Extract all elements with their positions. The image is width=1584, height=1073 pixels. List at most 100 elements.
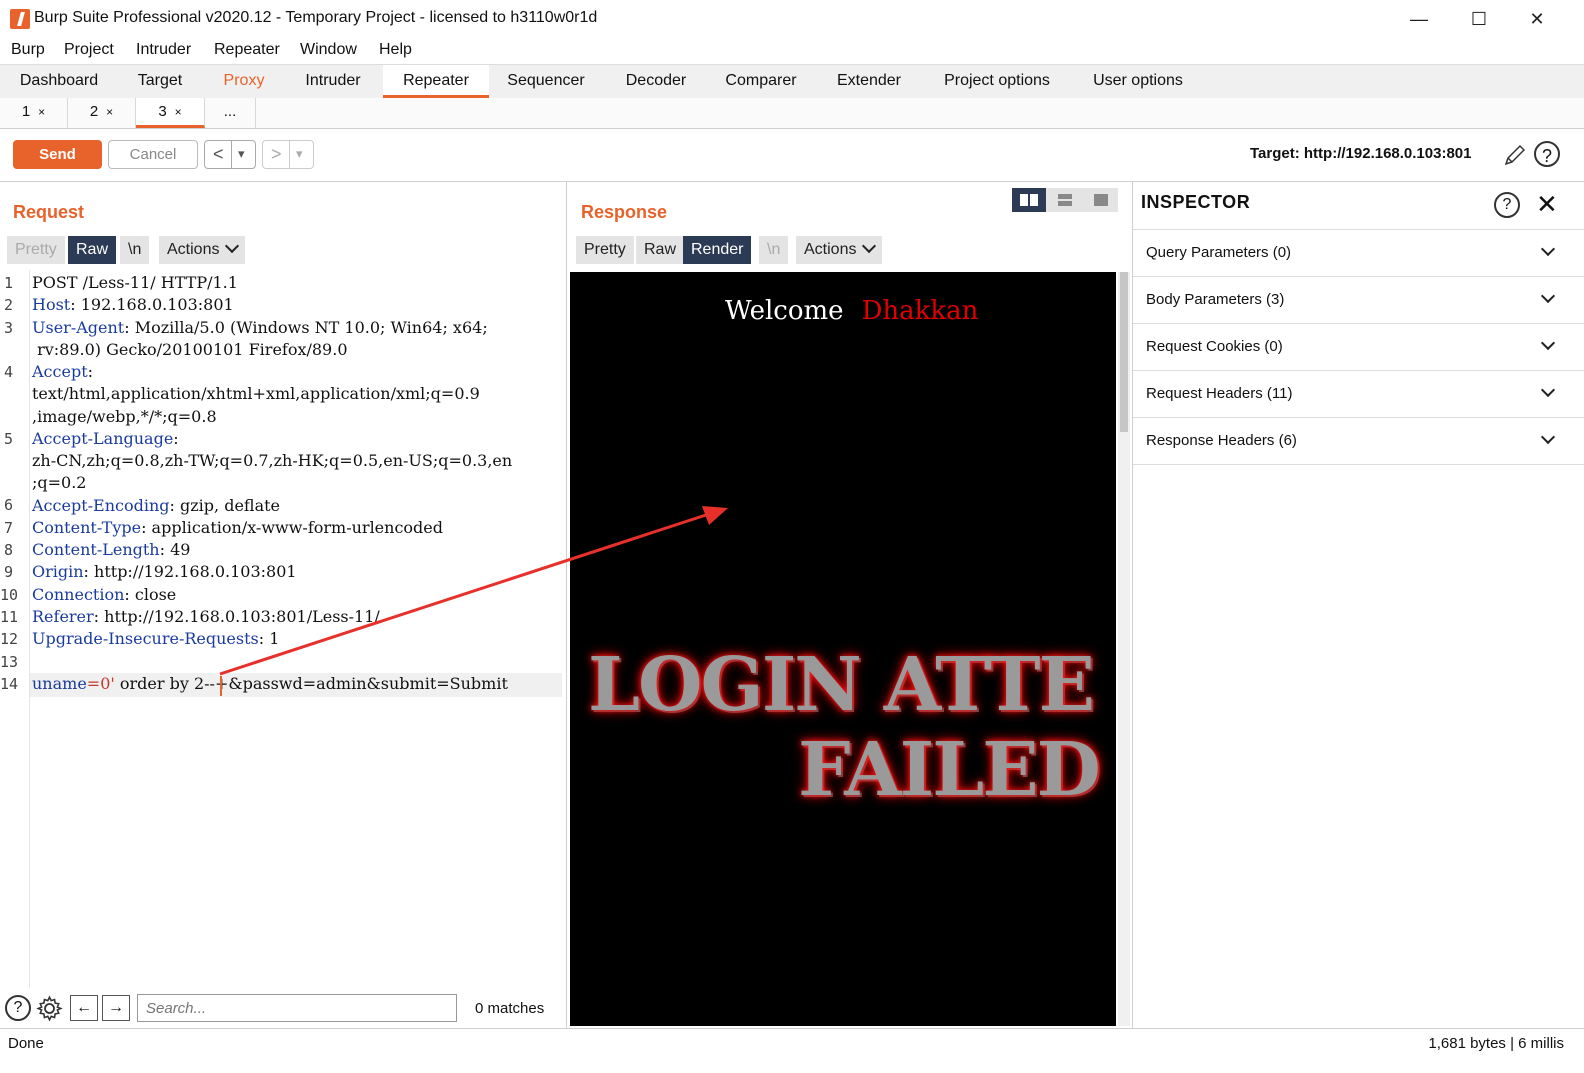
actions-menu[interactable]: Actions <box>159 236 246 264</box>
search-input[interactable] <box>137 994 457 1022</box>
close-tab-icon[interactable]: × <box>175 105 182 119</box>
close-icon[interactable]: ✕ <box>1536 190 1558 218</box>
tab-target[interactable]: Target <box>120 65 200 98</box>
split-horizontal-layout-button[interactable] <box>1012 188 1046 212</box>
tab-number: 3 <box>158 103 167 120</box>
header-continuation: rv:89.0) Gecko/20100101 Firefox/89.0 <box>32 340 348 359</box>
cancel-button[interactable]: Cancel <box>108 140 198 169</box>
help-icon[interactable]: ? <box>1534 141 1560 167</box>
repeater-tab-2[interactable]: 2 × <box>68 98 136 128</box>
request-editor[interactable]: 1 2 3 4 5 6 7 8 9 10 11 12 13 14 POST /L… <box>0 270 566 988</box>
menu-repeater[interactable]: Repeater <box>214 41 280 59</box>
dropdown-arrow-icon[interactable]: ▾ <box>238 141 245 167</box>
line-number: 6 <box>4 496 14 514</box>
text-caret <box>220 676 222 696</box>
header-value: : <box>173 429 179 448</box>
chevron-down-icon <box>225 238 240 254</box>
newline-toggle[interactable]: \n <box>759 236 789 264</box>
body-line: uname=0' order by 2--+&passwd=admin&subm… <box>32 674 508 693</box>
tab-dashboard[interactable]: Dashboard <box>8 65 110 98</box>
previous-match-button[interactable]: ← <box>70 995 98 1021</box>
raw-toggle[interactable]: Raw <box>68 236 117 264</box>
main-tab-bar: Dashboard Target Proxy Intruder Repeater… <box>0 64 1584 99</box>
header-line: Upgrade-Insecure-Requests: 1 <box>32 629 279 648</box>
pretty-toggle[interactable]: Pretty <box>7 236 65 264</box>
header-continuation: text/html,application/xhtml+xml,applicat… <box>32 384 480 403</box>
header-line: Referer: http://192.168.0.103:801/Less-1… <box>32 607 380 626</box>
header-value: : http://192.168.0.103:801 <box>83 562 297 581</box>
raw-toggle[interactable]: Raw <box>636 236 685 264</box>
welcome-word: Welcome <box>725 296 844 326</box>
header-line: Origin: http://192.168.0.103:801 <box>32 562 297 581</box>
match-count: 0 matches <box>475 1000 545 1017</box>
line-number: 7 <box>4 519 14 537</box>
maximize-button[interactable]: ☐ <box>1456 6 1502 32</box>
settings-gear-icon[interactable] <box>36 995 63 1022</box>
tab-repeater[interactable]: Repeater <box>383 65 489 98</box>
response-pane: Response Pretty Raw Render \n Actions We… <box>567 182 1133 1028</box>
header-line: Accept-Language: <box>32 429 179 448</box>
inspector-section-body-params[interactable]: Body Parameters (3) <box>1133 276 1584 323</box>
actions-label: Actions <box>167 241 220 258</box>
pane-glyph <box>1058 194 1072 199</box>
line-number: 13 <box>0 653 19 671</box>
status-bar: Done 1,681 bytes | 6 millis <box>0 1028 1584 1073</box>
pretty-toggle[interactable]: Pretty <box>576 236 634 264</box>
dropdown-arrow-icon[interactable]: ▾ <box>296 141 303 167</box>
help-icon[interactable]: ? <box>1494 192 1520 218</box>
header-value: : 192.168.0.103:801 <box>70 295 234 314</box>
repeater-tab-3[interactable]: 3 × <box>136 98 205 128</box>
menu-help[interactable]: Help <box>379 41 412 59</box>
back-arrow-icon: < <box>213 144 224 164</box>
tab-decoder[interactable]: Decoder <box>612 65 700 98</box>
scrollbar-thumb[interactable] <box>1120 272 1128 432</box>
edit-target-icon[interactable] <box>1503 143 1527 167</box>
menu-burp[interactable]: Burp <box>11 41 45 59</box>
tab-proxy[interactable]: Proxy <box>208 65 280 98</box>
tab-intruder[interactable]: Intruder <box>290 65 376 98</box>
param-value: 0' <box>100 674 115 693</box>
tab-user-options[interactable]: User options <box>1078 65 1198 98</box>
close-tab-icon[interactable]: × <box>106 105 113 119</box>
tab-number: 1 <box>21 103 31 120</box>
tab-extender[interactable]: Extender <box>824 65 914 98</box>
welcome-text: Welcome Dhakkan <box>725 296 978 326</box>
section-label: Request Headers (11) <box>1146 385 1293 402</box>
forward-history-button[interactable]: > ▾ <box>262 140 314 169</box>
tabs-layout-button[interactable] <box>1084 188 1118 212</box>
line-number: 2 <box>4 296 14 314</box>
response-scrollbar[interactable] <box>1118 272 1130 1026</box>
tab-project-options[interactable]: Project options <box>930 65 1064 98</box>
line-number: 8 <box>4 541 14 559</box>
close-tab-icon[interactable]: × <box>38 105 45 119</box>
param-equals: = <box>86 674 101 693</box>
repeater-tab-1[interactable]: 1 × <box>0 98 68 128</box>
help-icon[interactable]: ? <box>5 995 31 1021</box>
divider <box>231 141 232 168</box>
inspector-section-response-headers[interactable]: Response Headers (6) <box>1133 417 1584 465</box>
tab-sequencer[interactable]: Sequencer <box>496 65 596 98</box>
split-vertical-layout-button[interactable] <box>1048 188 1082 212</box>
send-button[interactable]: Send <box>13 140 102 169</box>
menu-intruder[interactable]: Intruder <box>136 41 191 59</box>
new-tab-button[interactable]: ... <box>205 98 256 128</box>
newline-toggle[interactable]: \n <box>120 236 150 264</box>
layout-toggle <box>1012 188 1118 212</box>
tab-comparer[interactable]: Comparer <box>712 65 810 98</box>
menu-project[interactable]: Project <box>64 41 114 59</box>
next-match-button[interactable]: → <box>102 995 130 1021</box>
inspector-section-request-headers[interactable]: Request Headers (11) <box>1133 370 1584 417</box>
minimize-button[interactable]: — <box>1396 6 1442 32</box>
body-rest: order by 2--+&passwd=admin&submit=Submit <box>114 674 508 693</box>
close-window-button[interactable]: ✕ <box>1514 6 1560 32</box>
menu-window[interactable]: Window <box>300 41 357 59</box>
header-key: Accept <box>32 362 88 381</box>
back-history-button[interactable]: < ▾ <box>204 140 256 169</box>
actions-menu[interactable]: Actions <box>796 236 883 264</box>
divider <box>289 141 290 168</box>
inspector-section-request-cookies[interactable]: Request Cookies (0) <box>1133 323 1584 370</box>
header-line: Content-Type: application/x-www-form-url… <box>32 518 443 537</box>
inspector-section-query-params[interactable]: Query Parameters (0) <box>1133 229 1584 276</box>
header-value: : <box>87 362 94 381</box>
render-toggle[interactable]: Render <box>683 236 752 264</box>
